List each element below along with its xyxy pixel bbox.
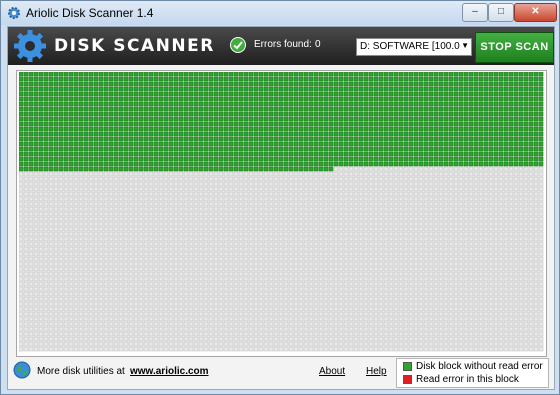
main-panel: DISK SCANNER Errors found: 0 D: SOFTWARE… — [7, 26, 555, 390]
gear-icon — [14, 30, 46, 62]
legend-ok: Disk block without read error — [403, 361, 543, 372]
header-bar: DISK SCANNER Errors found: 0 D: SOFTWARE… — [8, 27, 554, 65]
legend-error-label: Read error in this block — [416, 374, 519, 385]
legend-error-swatch — [403, 374, 412, 384]
minimize-button[interactable]: – — [462, 3, 488, 22]
ariolic-website-link[interactable]: www.ariolic.com — [130, 366, 209, 377]
block-grid — [19, 72, 544, 352]
legend: Disk block without read error Read error… — [396, 358, 549, 388]
help-link[interactable]: Help — [366, 366, 387, 377]
title-bar[interactable]: Ariolic Disk Scanner 1.4 – □ ✕ — [1, 1, 559, 25]
legend-ok-label: Disk block without read error — [416, 361, 543, 372]
errors-label: Errors found: — [254, 39, 312, 50]
globe-icon — [13, 361, 31, 379]
chevron-down-icon: ▼ — [461, 41, 469, 50]
app-gear-icon — [8, 7, 20, 19]
footer: More disk utilities at www.ariolic.com A… — [8, 357, 554, 389]
app-window: Ariolic Disk Scanner 1.4 – □ ✕ DISK SCAN… — [0, 0, 560, 395]
disk-block-map — [16, 70, 547, 357]
maximize-button[interactable]: □ — [488, 3, 514, 22]
about-link[interactable]: About — [319, 366, 345, 377]
window-title: Ariolic Disk Scanner 1.4 — [26, 6, 154, 20]
close-button[interactable]: ✕ — [514, 3, 557, 22]
app-name: DISK SCANNER — [54, 36, 215, 56]
drive-select[interactable]: D: SOFTWARE [100.0 ▼ — [356, 38, 472, 56]
drive-select-value: D: SOFTWARE [100.0 — [360, 41, 460, 52]
more-utilities-text: More disk utilities at — [37, 366, 125, 377]
legend-ok-swatch — [403, 361, 412, 371]
stop-scan-button[interactable]: STOP SCAN — [475, 32, 554, 63]
legend-error: Read error in this block — [403, 374, 519, 385]
errors-count: 0 — [315, 39, 321, 50]
check-icon — [230, 37, 246, 53]
